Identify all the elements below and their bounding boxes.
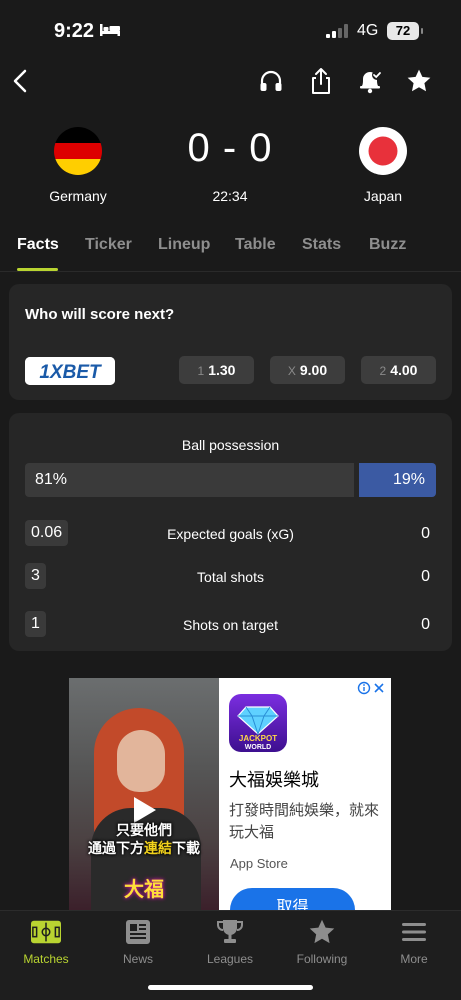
tab-table[interactable]: Table bbox=[235, 236, 276, 254]
network-label: 4G bbox=[357, 22, 379, 39]
ad-get-button[interactable]: 取得 bbox=[230, 888, 355, 912]
nav-leagues[interactable]: Leagues bbox=[184, 917, 276, 966]
betting-card: Who will score next? 1XBET 1 1.30 X 9.00 2… bbox=[9, 284, 452, 400]
stats-card[interactable]: Ball possession 81% 19% 0.06 Expected go… bbox=[9, 413, 452, 651]
ad-store-label: App Store bbox=[230, 856, 288, 871]
away-team-name[interactable]: Japan bbox=[323, 188, 443, 204]
share-button[interactable] bbox=[306, 66, 336, 96]
menu-icon bbox=[399, 917, 429, 947]
ad-person-face bbox=[117, 730, 165, 792]
xg-label: Expected goals (xG) bbox=[167, 526, 294, 542]
battery-tip bbox=[421, 28, 423, 34]
tab-buzz[interactable]: Buzz bbox=[369, 236, 406, 254]
status-bar: 9:22 4G 72 bbox=[0, 0, 461, 60]
ad-caption-line1: 只要他們 bbox=[116, 822, 172, 838]
match-clock: 22:34 bbox=[212, 188, 248, 204]
pitch-icon bbox=[31, 917, 61, 947]
ad-caption-part: 通過下方 bbox=[88, 840, 144, 856]
possession-title: Ball possession bbox=[181, 437, 280, 453]
notifications-button[interactable] bbox=[355, 66, 385, 96]
svg-text:1XBET: 1XBET bbox=[39, 362, 102, 383]
odds-label: X bbox=[287, 364, 296, 378]
headphones-icon bbox=[260, 70, 282, 91]
chevron-left-icon bbox=[13, 69, 27, 93]
nav-more[interactable]: More bbox=[368, 917, 460, 966]
svg-text:JACKPOT: JACKPOT bbox=[239, 734, 277, 743]
ad-app-name[interactable]: 大福娛樂城 bbox=[229, 766, 319, 792]
advertisement[interactable]: 只要他們 通過下方連結下載 大福 JACKPOT WORLD 大福娛樂城 打發時… bbox=[69, 678, 391, 912]
nav-label: Matches bbox=[23, 952, 69, 966]
home-team-flag[interactable] bbox=[54, 127, 102, 175]
tab-stats[interactable]: Stats bbox=[302, 236, 341, 254]
news-icon bbox=[123, 917, 153, 947]
audio-commentary-button[interactable] bbox=[256, 66, 286, 96]
ad-video[interactable]: 只要他們 通過下方連結下載 大福 bbox=[69, 678, 219, 912]
tab-lineup[interactable]: Lineup bbox=[158, 236, 210, 254]
back-button[interactable] bbox=[6, 66, 36, 96]
japan-flag-icon bbox=[359, 127, 407, 175]
possession-home-bar: 81% bbox=[25, 463, 354, 497]
ad-caption-highlight: 連結 bbox=[144, 840, 172, 856]
match-tabs: Facts Ticker Lineup Table Stats Buzz bbox=[0, 230, 461, 272]
ad-description: 打發時間純娛樂，就來玩大福 bbox=[229, 802, 380, 841]
1xbet-logo-icon: 1XBET bbox=[25, 357, 115, 385]
germany-flag-icon bbox=[54, 127, 102, 175]
total-shots-label: Total shots bbox=[197, 569, 264, 585]
away-team-flag[interactable] bbox=[359, 127, 407, 175]
odds-value: 4.00 bbox=[390, 362, 418, 378]
nav-label: News bbox=[122, 952, 153, 966]
home-team-name[interactable]: Germany bbox=[18, 188, 138, 204]
bell-check-icon bbox=[360, 70, 382, 94]
signal-icon bbox=[326, 24, 348, 38]
share-icon bbox=[312, 68, 330, 94]
nav-matches[interactable]: Matches bbox=[0, 917, 92, 966]
possession-away-bar: 19% bbox=[359, 463, 436, 497]
active-tab-indicator bbox=[17, 268, 58, 271]
nav-news[interactable]: News bbox=[92, 917, 184, 966]
jackpot-world-app-icon[interactable]: JACKPOT WORLD bbox=[229, 694, 287, 752]
ad-caption-part: 下載 bbox=[172, 840, 200, 856]
match-score: 0 - 0 bbox=[187, 126, 273, 170]
betting-brand-logo[interactable]: 1XBET bbox=[25, 357, 115, 385]
tab-ticker[interactable]: Ticker bbox=[85, 236, 132, 254]
status-time: 9:22 bbox=[54, 20, 95, 42]
star-icon bbox=[307, 917, 337, 947]
ad-video-brand: 大福 bbox=[124, 879, 164, 901]
xg-away-value: 0 bbox=[421, 525, 430, 542]
battery-indicator: 72 bbox=[387, 22, 419, 40]
star-icon bbox=[407, 69, 431, 92]
sleep-mode-icon bbox=[100, 24, 120, 36]
betting-title: Who will score next? bbox=[25, 306, 175, 323]
odds-label: 1 bbox=[197, 364, 205, 378]
odds-button-home[interactable]: 1 1.30 bbox=[179, 356, 254, 384]
svg-text:WORLD: WORLD bbox=[245, 744, 271, 751]
favorite-button[interactable] bbox=[404, 66, 434, 96]
trophy-icon bbox=[215, 917, 245, 947]
odds-value: 1.30 bbox=[208, 362, 236, 378]
shots-on-target-away-value: 0 bbox=[421, 616, 430, 633]
home-indicator[interactable] bbox=[148, 985, 313, 990]
nav-label: Following bbox=[296, 952, 348, 966]
nav-label: Leagues bbox=[206, 952, 254, 966]
diamond-icon: JACKPOT WORLD bbox=[237, 706, 279, 751]
ad-info-icon[interactable] bbox=[357, 680, 387, 696]
nav-following[interactable]: Following bbox=[276, 917, 368, 966]
total-shots-away-value: 0 bbox=[421, 568, 430, 585]
odds-value: 9.00 bbox=[299, 362, 328, 378]
ad-caption-line2: 通過下方連結下載 bbox=[69, 838, 219, 858]
odds-label: 2 bbox=[379, 364, 387, 378]
odds-button-away[interactable]: 2 4.00 bbox=[361, 356, 436, 384]
odds-button-draw[interactable]: X 9.00 bbox=[270, 356, 345, 384]
tab-facts[interactable]: Facts bbox=[17, 236, 59, 254]
nav-label: More bbox=[400, 952, 428, 966]
shots-on-target-label: Shots on target bbox=[183, 617, 278, 633]
